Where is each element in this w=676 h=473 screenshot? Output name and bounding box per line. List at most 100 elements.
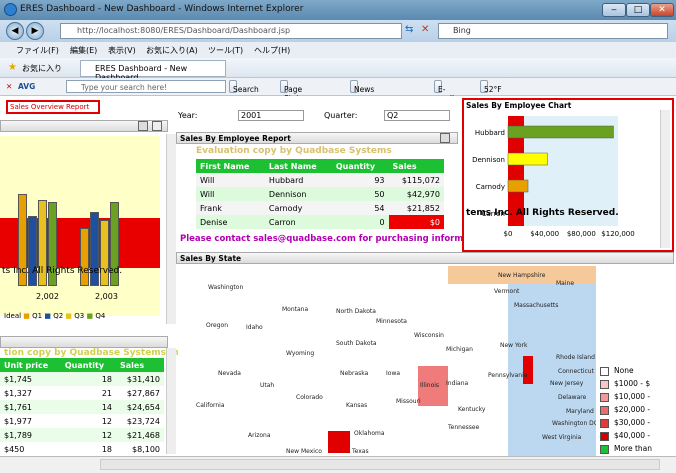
emp-category-label: Dennison: [472, 156, 505, 164]
email-button[interactable]: E-mail: [434, 80, 454, 103]
legend-q1: Q1: [32, 312, 43, 320]
state-label: New Mexico: [286, 448, 322, 455]
legend-label: More than: [614, 444, 653, 453]
toolbar-search-button[interactable]: Search: [229, 80, 259, 94]
url-input[interactable]: http://localhost:8080/ERES/Dashboard/Das…: [60, 23, 402, 39]
table-cell: 50: [374, 189, 385, 199]
table-cell: $8,100: [132, 444, 160, 454]
legend-ideal: Ideal: [4, 312, 22, 320]
toolbar-search-input[interactable]: Type your search here!: [66, 80, 226, 93]
map-title: Sales By State: [180, 254, 242, 263]
emp-category-label: Hubbard: [475, 129, 505, 137]
us-map: Washington Oregon California Nevada Idaho Mon…: [178, 266, 596, 456]
map-legend-item: $20,000 -: [600, 403, 674, 416]
export-icon[interactable]: [138, 121, 148, 131]
menu-favorites[interactable]: お気に入り(A): [146, 45, 198, 56]
menu-view[interactable]: 表示(V): [108, 45, 136, 56]
emp-chart-scrollbar[interactable]: [660, 110, 670, 248]
menu-tools[interactable]: ツール(T): [208, 45, 243, 56]
minimize-button[interactable]: ‒: [602, 3, 626, 17]
quarter-value: Q2: [387, 111, 399, 120]
table-cell: 12: [101, 430, 112, 440]
emp-table: First Name Last Name Quantity Sales Will…: [196, 159, 444, 229]
left-table-header: [0, 336, 168, 348]
legend-swatch: [600, 418, 609, 428]
overview-legend: Ideal ■ Q1 ■ Q2 ■ Q3 ■ Q4: [4, 312, 106, 320]
table-cell: Will: [200, 189, 215, 199]
search-input[interactable]: Bing: [438, 23, 668, 39]
menu-edit[interactable]: 編集(E): [70, 45, 97, 56]
left-sales-table: Unit price Quantity Sales $1,745 18 $31,41…: [0, 358, 164, 456]
table-cell: $115,072: [401, 175, 440, 185]
close-toolbar-icon[interactable]: ✕: [6, 82, 12, 91]
map-legend-item: $10,000 -: [600, 390, 674, 403]
new-jersey-state[interactable]: [523, 356, 533, 384]
table-cell: 18: [101, 444, 112, 454]
emp-report-menu-icon[interactable]: [440, 133, 450, 143]
maximize-button[interactable]: □: [626, 3, 650, 17]
legend-q4: Q4: [95, 312, 106, 320]
col-last-name: Last Name: [268, 161, 317, 171]
quarter-select[interactable]: Q2: [384, 110, 450, 121]
table-cell: $21,852: [406, 203, 440, 213]
table-cell: $1,327: [4, 388, 32, 398]
contact-message: Please contact sales@quadbase.com for pu…: [180, 234, 488, 244]
legend-label: $10,000 -: [614, 392, 651, 401]
news-label: News: [354, 85, 375, 94]
legend-q2: Q2: [53, 312, 64, 320]
state-label: Kansas: [346, 402, 368, 409]
map-legend-item: More than: [600, 442, 674, 455]
table-cell: Frank: [200, 203, 222, 213]
emp-chart-watermark: tems Inc. All Rights Reserved.: [466, 208, 619, 218]
menu-dropdown-icon[interactable]: [152, 121, 162, 131]
left-top-scrollbar[interactable]: [166, 134, 176, 324]
emp-bar: [507, 152, 548, 166]
table-row: $1,977 12 $23,724: [0, 414, 164, 428]
table-cell: $1,745: [4, 374, 32, 384]
avg-logo[interactable]: AVG: [18, 82, 35, 91]
map-legend-item: $1000 - $: [600, 377, 674, 390]
legend-label: $20,000 -: [614, 405, 651, 414]
state-label: Wisconsin: [414, 332, 444, 339]
map-legend-item: $30,000 -: [600, 416, 674, 429]
year-value: 2001: [241, 111, 262, 120]
state-label: Illinois: [420, 382, 440, 389]
year-select[interactable]: 2001: [238, 110, 304, 121]
close-button[interactable]: ✕: [650, 3, 674, 17]
favorites-button[interactable]: お気に入り: [22, 63, 62, 74]
news-button[interactable]: News: [350, 80, 374, 94]
map-legend-item: $40,000 -: [600, 429, 674, 442]
forward-button[interactable]: ▶: [26, 22, 44, 40]
state-label: Oregon: [206, 322, 229, 329]
refresh-icon[interactable]: ⇆: [405, 24, 418, 37]
legend-label: $1000 - $: [614, 379, 651, 388]
emp-report-header: Sales By Employee Report: [176, 132, 458, 144]
menu-file[interactable]: ファイル(F): [16, 45, 59, 56]
state-label: Washington DC: [552, 420, 596, 427]
legend-label: $30,000 -: [614, 418, 651, 427]
table-cell: $31,410: [126, 374, 160, 384]
state-label: North Dakota: [336, 308, 376, 315]
weather-button[interactable]: 52°F: [480, 80, 502, 94]
table-cell: $1,789: [4, 430, 32, 440]
left-bottom-scrollbar[interactable]: [166, 348, 176, 454]
ie-logo-icon: [4, 3, 17, 16]
emp-tick-label: $0: [504, 230, 513, 238]
col-quantity: Quantity: [64, 360, 105, 370]
back-button[interactable]: ◀: [6, 22, 24, 40]
page-status-button[interactable]: Page Status: [280, 80, 308, 103]
state-label: Utah: [260, 382, 275, 389]
browser-tab[interactable]: ERES Dashboard - New Dashboard: [80, 60, 226, 82]
stop-icon[interactable]: ✕: [421, 24, 434, 37]
col-quantity: Quantity: [335, 161, 376, 171]
sales-overview-tab[interactable]: Sales Overview Report: [6, 100, 100, 114]
menu-help[interactable]: ヘルプ(H): [254, 45, 290, 56]
table-cell: $23,724: [126, 416, 160, 426]
state-label: Maine: [556, 280, 575, 287]
legend-swatch: [600, 405, 609, 415]
horizontal-scrollbar[interactable]: [100, 459, 660, 470]
state-highlight[interactable]: [328, 431, 350, 453]
table-cell: $450: [4, 444, 25, 454]
overview-bar: [80, 228, 89, 286]
window-titlebar: ERES Dashboard - New Dashboard - Windows…: [0, 0, 676, 20]
